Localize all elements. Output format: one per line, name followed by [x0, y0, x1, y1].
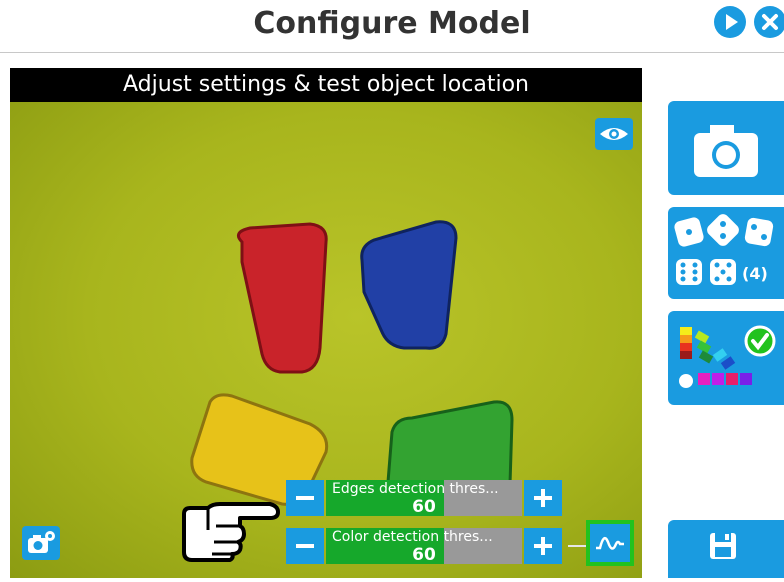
close-button[interactable]	[754, 6, 784, 38]
blue-block	[360, 220, 458, 350]
color-threshold-bar[interactable]: Color detection thres... 60	[326, 528, 522, 565]
color-palette-check-icon	[679, 325, 776, 388]
minus-icon	[296, 544, 314, 548]
plus-icon	[534, 537, 552, 555]
header-divider	[0, 52, 784, 53]
capture-model-tile[interactable]	[668, 101, 784, 195]
pointing-hand-icon	[182, 502, 280, 562]
color-threshold-label: Color detection thres...	[332, 529, 493, 545]
edges-decrease-button[interactable]	[286, 480, 324, 516]
color-threshold-value: 60	[412, 545, 436, 565]
signal-threshold-button[interactable]	[586, 520, 634, 566]
page-title: Configure Model	[253, 6, 531, 41]
view-banner: Adjust settings & test object location	[10, 68, 642, 102]
camera-view: Adjust settings & test object location E…	[10, 68, 642, 578]
visibility-toggle-button[interactable]	[595, 118, 633, 150]
play-icon	[726, 14, 738, 30]
floppy-disk-icon	[710, 533, 736, 559]
red-block	[236, 222, 328, 374]
connector-line	[568, 545, 586, 547]
color-increase-button[interactable]	[524, 528, 562, 564]
color-settings-tile[interactable]	[668, 311, 784, 405]
signal-waveform-icon	[596, 536, 624, 550]
minus-icon	[296, 496, 314, 500]
close-icon	[762, 14, 778, 30]
camera-icon	[694, 125, 758, 177]
eye-icon	[600, 128, 628, 140]
edges-threshold-value: 60	[412, 497, 436, 517]
save-tile[interactable]	[668, 520, 784, 578]
edges-increase-button[interactable]	[524, 480, 562, 516]
edges-threshold-slider[interactable]: Edges detection thres... 60	[286, 480, 562, 517]
edges-threshold-label: Edges detection thres...	[332, 481, 499, 497]
plus-icon	[534, 489, 552, 507]
camera-settings-button[interactable]	[22, 526, 60, 560]
dice-icon	[674, 214, 774, 285]
edges-threshold-bar[interactable]: Edges detection thres... 60	[326, 480, 522, 517]
camera-settings-icon	[28, 531, 55, 553]
next-button[interactable]	[714, 6, 746, 38]
color-threshold-slider[interactable]: Color detection thres... 60	[286, 528, 562, 565]
object-count-label: (4)	[742, 264, 768, 283]
color-decrease-button[interactable]	[286, 528, 324, 564]
object-count-tile[interactable]: (4)	[668, 207, 784, 299]
